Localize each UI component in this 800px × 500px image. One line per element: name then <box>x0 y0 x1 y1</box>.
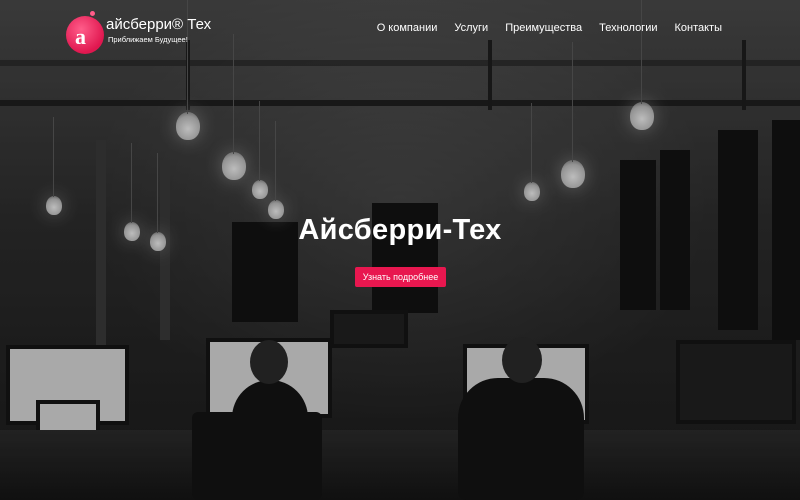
nav-item-services[interactable]: Услуги <box>454 22 488 34</box>
main-nav: О компании Услуги Преимущества Технологи… <box>377 22 722 34</box>
logo-dot-icon <box>90 11 95 16</box>
hero-title: Айсберри-Тех <box>298 214 502 246</box>
nav-item-advantages[interactable]: Преимущества <box>505 22 582 34</box>
nav-item-technologies[interactable]: Технологии <box>599 22 657 34</box>
dark-overlay <box>0 0 800 500</box>
logo-letter: а <box>75 24 86 49</box>
logo[interactable]: а айсберри® Тех Приближаем Будущее! <box>66 10 211 54</box>
learn-more-button[interactable]: Узнать подробнее <box>355 267 446 287</box>
nav-item-about[interactable]: О компании <box>377 22 438 34</box>
nav-item-contacts[interactable]: Контакты <box>674 22 722 34</box>
logo-tagline: Приближаем Будущее! <box>108 35 188 44</box>
logo-name: айсберри® Тех <box>106 16 212 33</box>
logo-mark: а <box>66 16 104 54</box>
hero-background <box>0 0 800 500</box>
